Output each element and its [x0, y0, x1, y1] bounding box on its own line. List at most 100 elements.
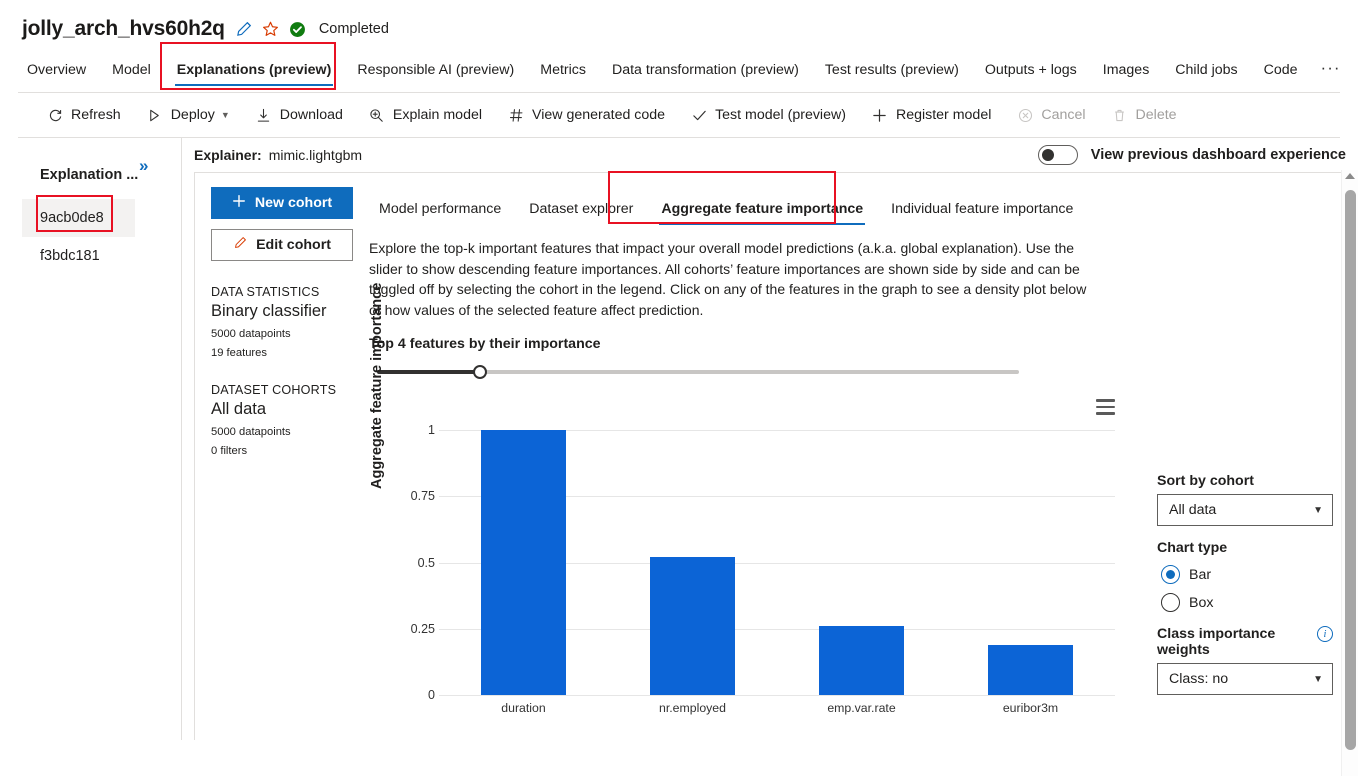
- explain-model-label: Explain model: [392, 107, 483, 123]
- pivot-individual-feature-importance[interactable]: Individual feature importance: [877, 197, 1087, 229]
- chart-bar[interactable]: [650, 557, 735, 695]
- dataset-cohorts-datapoints: 5000 datapoints: [211, 426, 291, 438]
- plot-inner: 0 0.25 0.5 0.75 1 duration nr.employed emp.var.…: [411, 409, 1115, 715]
- edit-cohort-button[interactable]: Edit cohort: [211, 229, 353, 261]
- tab-outputs-logs[interactable]: Outputs + logs: [972, 56, 1090, 92]
- download-button[interactable]: Download: [243, 101, 356, 129]
- top-k-slider[interactable]: [377, 365, 1019, 379]
- class-weights-value: Class: no: [1169, 671, 1229, 687]
- tab-images[interactable]: Images: [1090, 56, 1163, 92]
- chart-type-box-label: Box: [1189, 594, 1214, 611]
- dataset-cohorts-title: All data: [211, 400, 267, 418]
- dashboard-toggle-group: View previous dashboard experience: [1037, 145, 1346, 165]
- page-header: jolly_arch_hvs60h2q Completed: [0, 0, 1358, 46]
- chart-x-tick: nr.employed: [659, 701, 726, 715]
- chevron-down-icon: ▼: [220, 110, 230, 120]
- star-icon[interactable]: [262, 21, 279, 38]
- slider-label: Top 4 features by their importance: [369, 336, 601, 352]
- explanation-list-rail: Explanation ... 9acb0de8 f3bdc181 »: [0, 138, 181, 740]
- info-icon[interactable]: i: [1317, 626, 1333, 642]
- chart-bar[interactable]: [819, 626, 904, 695]
- test-model-button[interactable]: Test model (preview): [678, 101, 859, 129]
- view-generated-code-label: View generated code: [532, 107, 666, 123]
- chart-bar[interactable]: [481, 430, 566, 695]
- chart-y-tick: 0.25: [410, 621, 435, 636]
- chart-y-tick: 1: [428, 423, 435, 438]
- chart-type-bar-label: Bar: [1189, 566, 1212, 583]
- sort-by-cohort-value: All data: [1169, 502, 1217, 518]
- edit-cohort-label: Edit cohort: [256, 237, 331, 253]
- radio-bar[interactable]: [1161, 565, 1180, 584]
- tab-metrics[interactable]: Metrics: [527, 56, 599, 92]
- play-icon: [147, 107, 163, 123]
- cancel-button: Cancel: [1004, 101, 1098, 129]
- plus-icon: [872, 107, 888, 123]
- class-weights-dropdown[interactable]: Class: no ▼: [1157, 663, 1333, 695]
- tab-overflow-button[interactable]: ···: [1311, 54, 1353, 92]
- new-cohort-button[interactable]: New cohort: [211, 187, 353, 219]
- pivot-model-performance[interactable]: Model performance: [365, 197, 515, 229]
- chart-bar[interactable]: [988, 644, 1073, 695]
- status-check-icon: [289, 21, 306, 38]
- dashboard-card: New cohort Edit cohort DATA STATISTICS B…: [194, 171, 1346, 740]
- deploy-label: Deploy: [170, 107, 215, 123]
- dataset-cohorts-caption: DATASET COHORTS: [211, 383, 337, 397]
- chart-y-tick: 0: [428, 688, 435, 702]
- scrollbar-thumb[interactable]: [1345, 190, 1356, 750]
- slider-thumb[interactable]: [472, 365, 487, 379]
- view-generated-code-button[interactable]: View generated code: [495, 101, 678, 129]
- page-title: jolly_arch_hvs60h2q: [22, 17, 225, 40]
- explanation-row-label: 9acb0de8: [40, 210, 104, 226]
- primary-tabstrip: Overview Model Explanations (preview) Re…: [0, 42, 1358, 92]
- toggle-knob: [1041, 149, 1054, 161]
- chart-type-option-bar[interactable]: Bar: [1161, 565, 1333, 584]
- pencil-icon[interactable]: [235, 21, 252, 38]
- cancel-label: Cancel: [1041, 107, 1086, 123]
- class-weights-header: Class importance weights i: [1157, 626, 1333, 663]
- previous-dashboard-toggle[interactable]: [1037, 145, 1078, 165]
- pivot-dataset-explorer[interactable]: Dataset explorer: [515, 197, 647, 229]
- tab-child-jobs[interactable]: Child jobs: [1162, 56, 1250, 92]
- explanation-list: Explanation ... 9acb0de8 f3bdc181: [22, 150, 139, 275]
- tab-overview[interactable]: Overview: [14, 56, 99, 92]
- explanation-row-9acb0de8[interactable]: 9acb0de8: [22, 199, 135, 237]
- scroll-up-arrow-icon[interactable]: [1345, 173, 1355, 179]
- data-statistics-datapoints: 5000 datapoints: [211, 328, 291, 340]
- explainer-label: Explainer:: [194, 147, 262, 163]
- pivot-aggregate-feature-importance[interactable]: Aggregate feature importance: [647, 197, 877, 229]
- radio-box[interactable]: [1161, 593, 1180, 612]
- status-badge: Completed: [318, 21, 389, 37]
- expand-panel-icon[interactable]: »: [139, 156, 148, 176]
- sort-by-cohort-label: Sort by cohort: [1157, 473, 1254, 489]
- tab-responsible-ai[interactable]: Responsible AI (preview): [344, 56, 527, 92]
- chart-gridline: [439, 695, 1115, 696]
- test-model-label: Test model (preview): [715, 107, 846, 123]
- sort-by-cohort-dropdown[interactable]: All data ▼: [1157, 494, 1333, 526]
- refresh-button[interactable]: Refresh: [34, 101, 134, 129]
- tab-code[interactable]: Code: [1251, 56, 1311, 92]
- slider-fill: [377, 370, 480, 374]
- tab-test-results[interactable]: Test results (preview): [812, 56, 972, 92]
- explainer-bar: Explainer: mimic.lightgbm View previous …: [182, 138, 1358, 172]
- tab-model[interactable]: Model: [99, 56, 164, 92]
- tab-explanations[interactable]: Explanations (preview): [164, 56, 345, 92]
- description-text: Explore the top-k important features tha…: [369, 240, 1087, 318]
- delete-button: Delete: [1099, 101, 1190, 129]
- main-pane: Explainer: mimic.lightgbm View previous …: [181, 138, 1358, 740]
- feature-importance-chart: Aggregate feature importance 0 0.25 0.5 0.7…: [355, 283, 1145, 723]
- explain-model-button[interactable]: Explain model: [356, 101, 495, 129]
- chart-type-option-box[interactable]: Box: [1161, 593, 1333, 612]
- chart-x-tick: duration: [501, 701, 546, 715]
- download-label: Download: [279, 107, 343, 123]
- register-model-button[interactable]: Register model: [859, 101, 1004, 129]
- dataset-cohorts-filters: 0 filters: [211, 445, 248, 457]
- vertical-scrollbar[interactable]: [1341, 170, 1358, 776]
- delete-label: Delete: [1135, 107, 1177, 123]
- pencil-icon: [233, 236, 247, 254]
- explanation-list-header: Explanation ...: [40, 167, 139, 183]
- chart-y-tick: 0.75: [410, 489, 435, 504]
- explanation-row-f3bdc181[interactable]: f3bdc181: [22, 237, 135, 275]
- download-icon: [256, 107, 272, 123]
- tab-data-transformation[interactable]: Data transformation (preview): [599, 56, 812, 92]
- deploy-button[interactable]: Deploy ▼: [134, 101, 243, 129]
